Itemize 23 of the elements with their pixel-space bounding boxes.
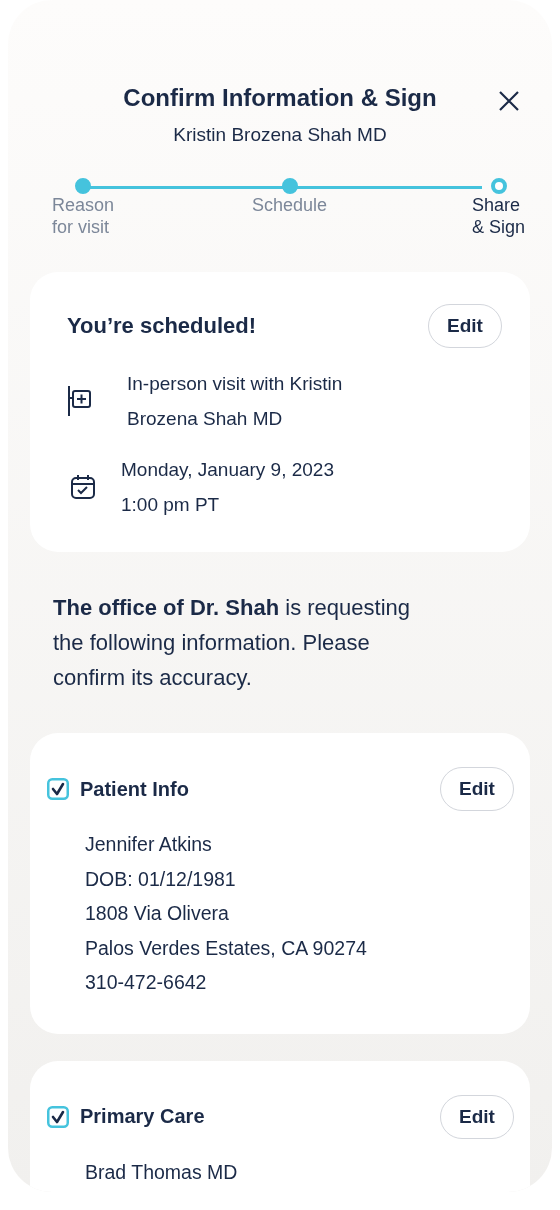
dialog-title: Confirm Information & Sign: [123, 84, 437, 112]
section-title: Patient Info: [80, 777, 189, 801]
step-label[interactable]: Schedule: [252, 194, 328, 216]
edit-button[interactable]: Edit: [428, 304, 502, 348]
card-heading: You’re scheduled!: [67, 313, 257, 339]
info-line: Palos Verdes Estates, CA 90274: [85, 935, 368, 961]
info-line: 310-472-6642: [85, 970, 208, 995]
section-title: Primary Care: [80, 1105, 205, 1128]
intro-text: The office of Dr. Shah is requesting the following information. Please confirm its accuracy.: [53, 594, 411, 692]
step-label[interactable]: Reason for visit: [52, 194, 115, 238]
close-icon[interactable]: [498, 90, 520, 112]
appointment-detail: Monday, January 9, 2023 1:00 pm PT: [121, 458, 334, 517]
edit-button[interactable]: Edit: [440, 1094, 514, 1139]
info-line: Jennifer Atkins: [85, 832, 213, 857]
info-line: 1808 Via Olivera: [85, 901, 230, 926]
edit-button[interactable]: Edit: [440, 767, 514, 811]
checkbox[interactable]: [47, 778, 69, 800]
appointment-detail: In-person visit with Kristin Brozena Shah MD: [127, 372, 343, 431]
info-line: DOB: 01/12/1981: [85, 866, 237, 892]
checkbox[interactable]: [47, 1105, 69, 1128]
info-line: Brad Thomas MD: [85, 1159, 239, 1185]
step-label[interactable]: Share & Sign: [472, 194, 526, 238]
doctor-name: Kristin Brozena Shah MD: [173, 124, 387, 146]
